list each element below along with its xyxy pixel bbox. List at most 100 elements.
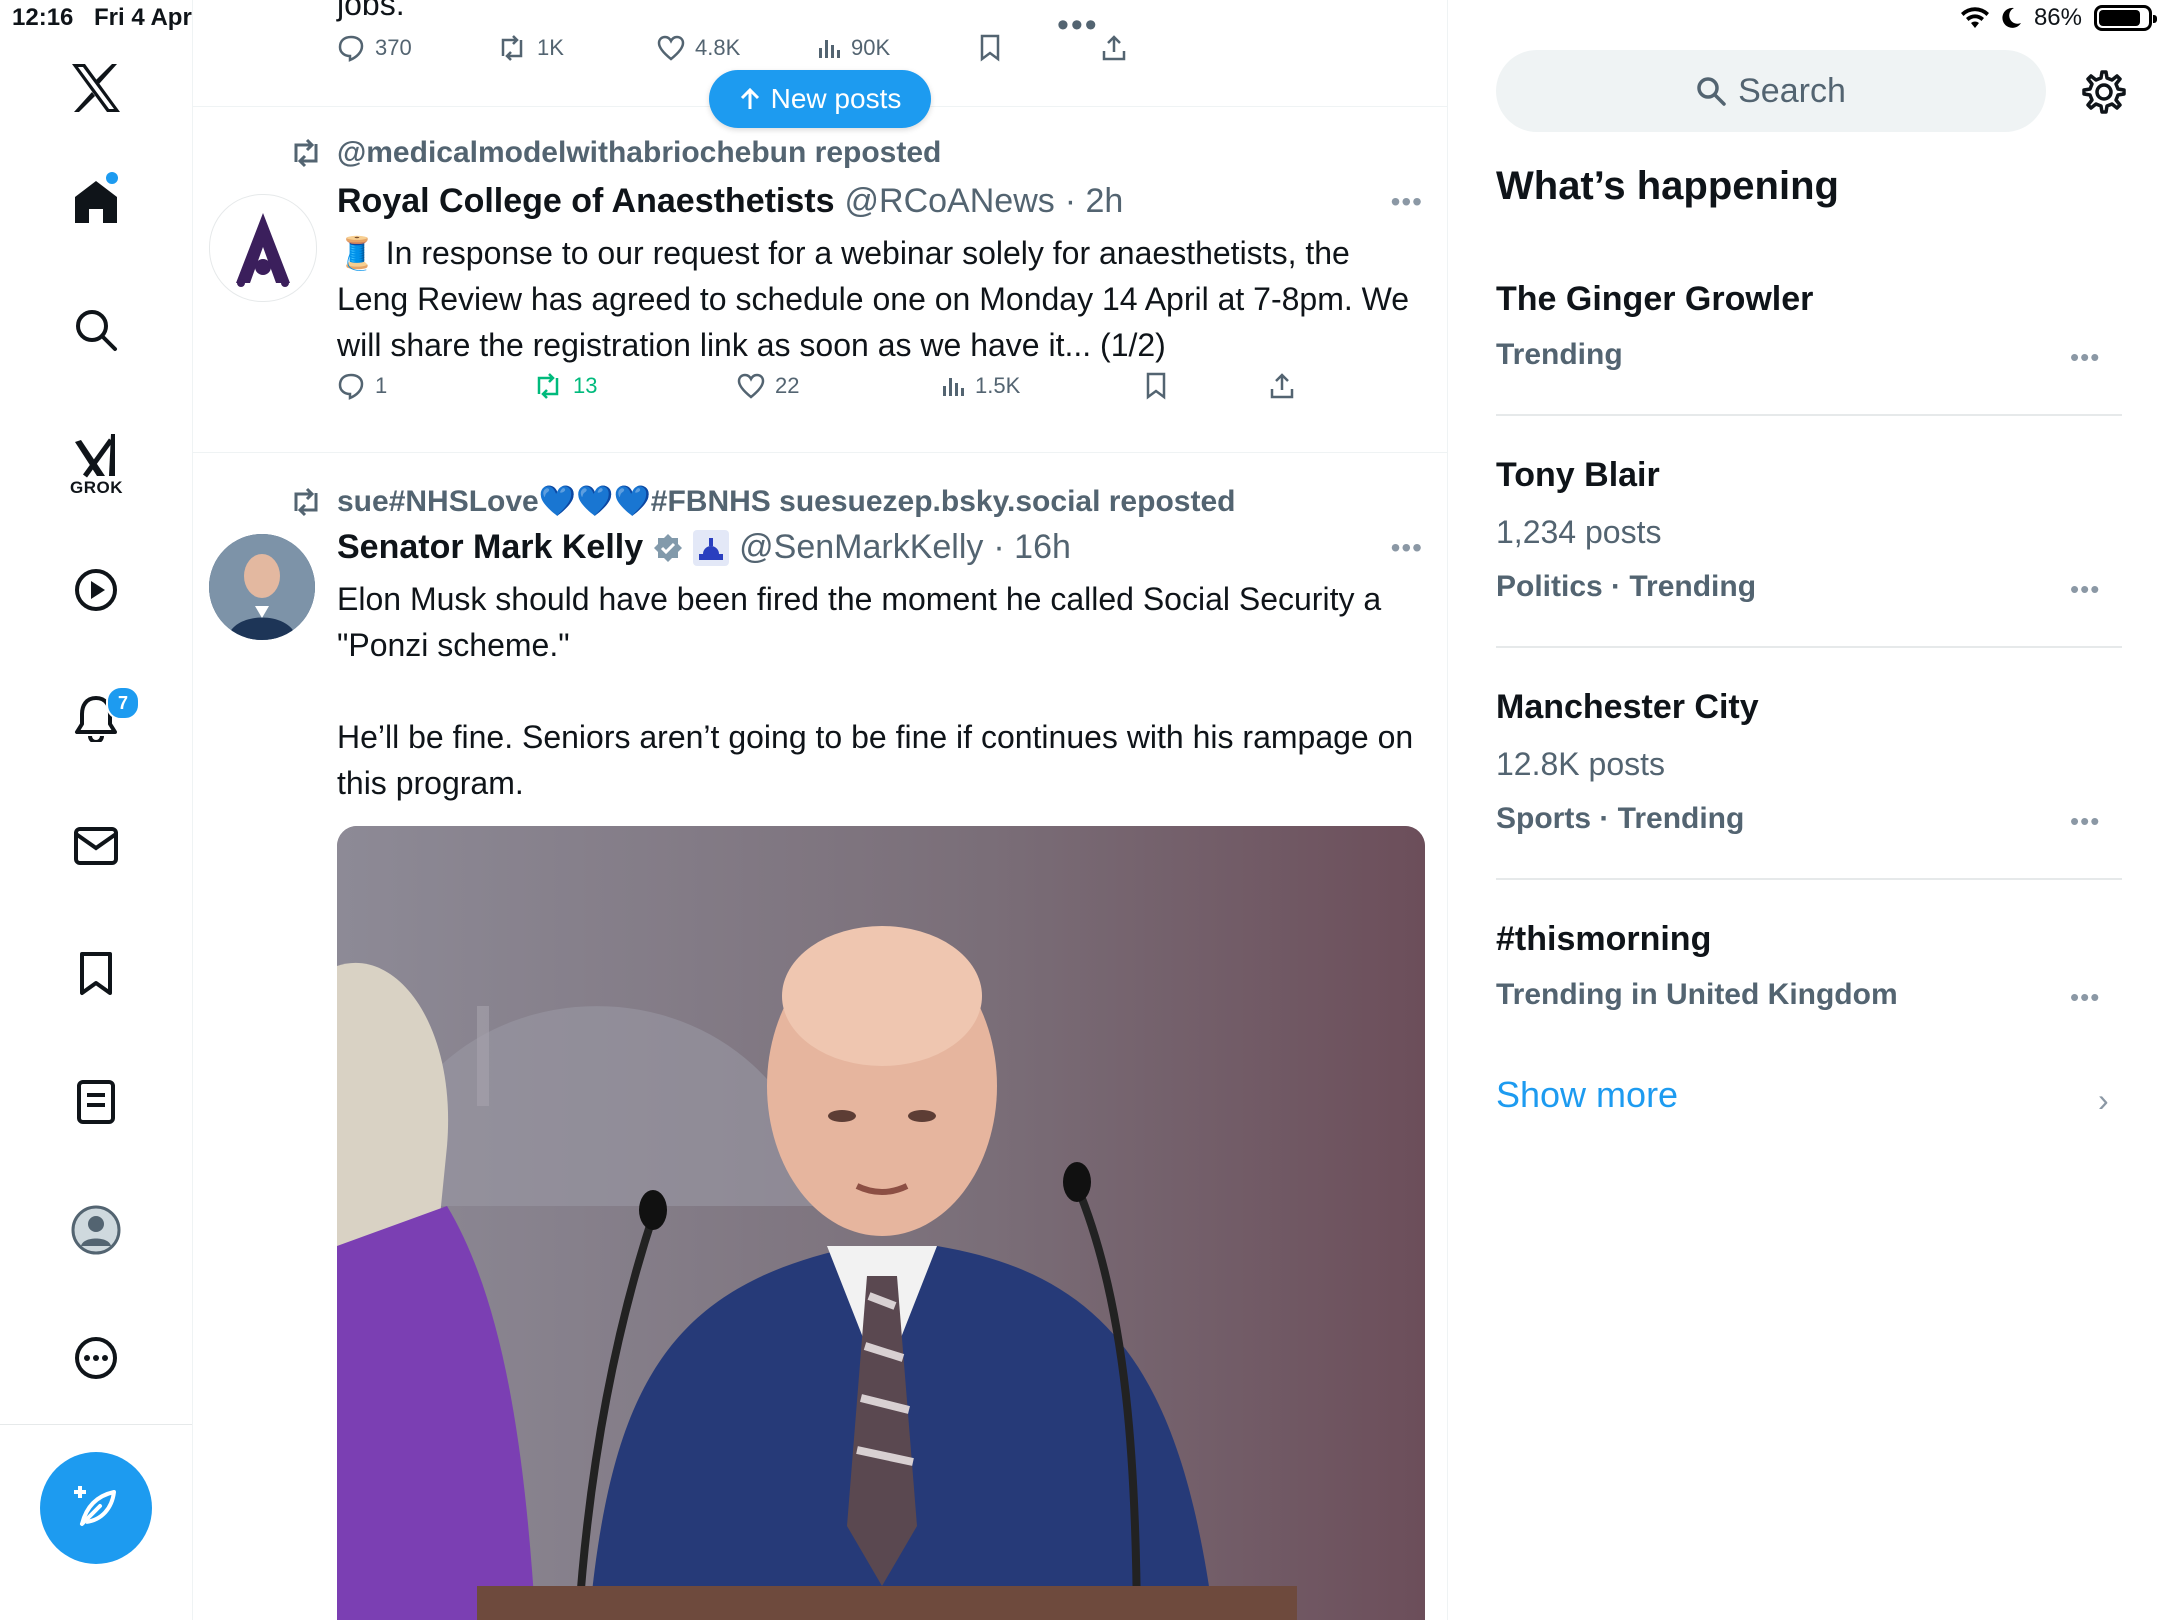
moon-icon [2002,7,2021,28]
author-name[interactable]: Royal College of Anaesthetists [337,182,835,221]
repost-small-icon [294,138,318,168]
post-text: 🧵 In response to our request for a webin… [337,235,1410,363]
author-avatar[interactable] [209,534,315,640]
capitol-flag-icon [693,529,730,566]
reply-button[interactable]: 370 [337,34,412,62]
video-frame-senator-at-podium [337,826,1425,1620]
battery-icon [2094,5,2157,31]
repost-button[interactable]: 13 [533,372,597,400]
bookmarks-icon[interactable] [66,944,126,1004]
previous-post-text: jobs. [337,0,405,22]
more-options-icon[interactable] [66,1328,126,1388]
whats-happening-heading: What’s happening [1496,164,1839,208]
views-count: 90K [851,35,891,60]
share-button[interactable] [1101,34,1127,62]
repost-attribution[interactable]: @medicalmodelwithabriochebun reposted [289,136,941,170]
trend-posts-count: 1,234 posts [1496,514,1662,550]
trend-title[interactable]: Tony Blair [1496,456,1660,495]
views-bar-icon [819,40,840,58]
trend-title[interactable]: Manchester City [1496,688,1759,727]
trend-title[interactable]: The Ginger Growler [1496,280,1813,319]
trend-title[interactable]: #thismorning [1496,920,1711,959]
heart-icon [657,35,685,61]
left-navigation: GROK 7 [0,0,193,1620]
trend-meta: Trending [1496,338,1623,371]
nav-divider [0,1424,192,1425]
trend-divider [1496,414,2122,416]
grok-icon[interactable] [66,424,126,484]
reposted-by-text: @medicalmodelwithabriochebun reposted [337,136,942,169]
post-more-button[interactable]: ••• [1391,532,1423,564]
trend-divider [1496,878,2122,880]
trend-meta: Sports · Trending [1496,802,1745,835]
repost-icon [537,373,559,399]
trend-more-button[interactable]: ••• [2070,982,2100,1013]
bookmark-button[interactable] [979,34,1001,62]
pull-handle-dots: ••• [1057,6,1099,44]
show-more-link[interactable]: Show more [1496,1074,1678,1116]
lists-icon[interactable] [66,1072,126,1132]
share-icon [1102,35,1126,61]
repost-button[interactable]: 1K [497,34,564,62]
trend-posts-count: 12.8K posts [1496,746,1665,782]
share-icon [1270,373,1294,399]
post-text-paragraph-2: He’ll be fine. Seniors aren’t going to b… [337,719,1414,801]
views-button[interactable]: 90K [817,35,890,61]
settings-gear-icon[interactable] [2076,64,2132,120]
messages-envelope-icon[interactable] [66,816,126,876]
author-handle[interactable]: @RCoANews [845,182,1055,221]
bookmark-icon [1146,372,1166,400]
bookmark-button[interactable] [1145,372,1167,400]
x-logo-icon[interactable] [66,58,126,118]
repost-small-icon [294,487,318,516]
repost-count: 13 [573,373,598,398]
trend-more-button[interactable]: ••• [2070,574,2100,605]
trend-meta: Politics · Trending [1496,570,1757,603]
post-time: · 2h [1064,182,1124,220]
new-posts-label: New posts [770,83,902,114]
reply-icon [338,35,364,62]
reposted-by-text: sue#NHSLove💙💙💙#FBNHS suesuezep.bsky.soci… [337,485,1236,518]
new-posts-button[interactable]: New posts [709,70,931,128]
post-divider [193,452,1447,453]
reply-button[interactable]: 1 [337,372,387,400]
wifi-icon [1960,7,1989,28]
search-icon[interactable] [66,300,126,360]
profile-avatar-icon[interactable] [66,1200,126,1260]
compose-quill-icon [74,1486,116,1526]
trend-meta: Trending in United Kingdom [1496,978,1898,1011]
chevron-right-icon[interactable]: › [2098,1082,2109,1119]
senator-photo [209,534,315,640]
post-video-media[interactable] [337,826,1425,1620]
search-field[interactable]: Search [1496,50,2046,132]
post-text-paragraph-1: Elon Musk should have been fired the mom… [337,581,1382,663]
share-button[interactable] [1269,372,1295,400]
views-count: 1.5K [975,373,1021,398]
like-button[interactable]: 22 [737,373,799,399]
trend-divider [1496,646,2122,648]
status-indicators: 86% [1960,4,2157,32]
home-unread-dot [106,172,118,184]
trend-more-button[interactable]: ••• [2070,342,2100,373]
battery-percent: 86% [2033,4,2082,31]
post-time: · 16h [993,528,1071,566]
author-handle[interactable]: @SenMarkKelly [739,528,983,567]
bookmark-icon [980,34,1000,62]
search-icon [1697,77,1726,106]
compose-post-button[interactable] [40,1452,152,1564]
timeline-feed: jobs. ••• 370 1K 4.8K 90K New posts @med… [193,0,1448,1620]
author-avatar[interactable] [209,194,317,302]
like-count: 4.8K [695,35,741,60]
repost-attribution[interactable]: sue#NHSLove💙💙💙#FBNHS suesuezep.bsky.soci… [289,484,1235,519]
verified-badge-icon [654,533,683,562]
like-button[interactable]: 4.8K [657,35,740,61]
repost-icon [501,35,523,61]
arrow-up-icon [740,87,759,109]
video-play-icon[interactable] [66,560,126,620]
views-button[interactable]: 1.5K [941,373,1020,399]
author-name[interactable]: Senator Mark Kelly [337,528,643,567]
post-more-button[interactable]: ••• [1391,186,1423,218]
like-count: 22 [775,373,800,398]
reply-count: 370 [375,35,412,60]
trend-more-button[interactable]: ••• [2070,806,2100,837]
